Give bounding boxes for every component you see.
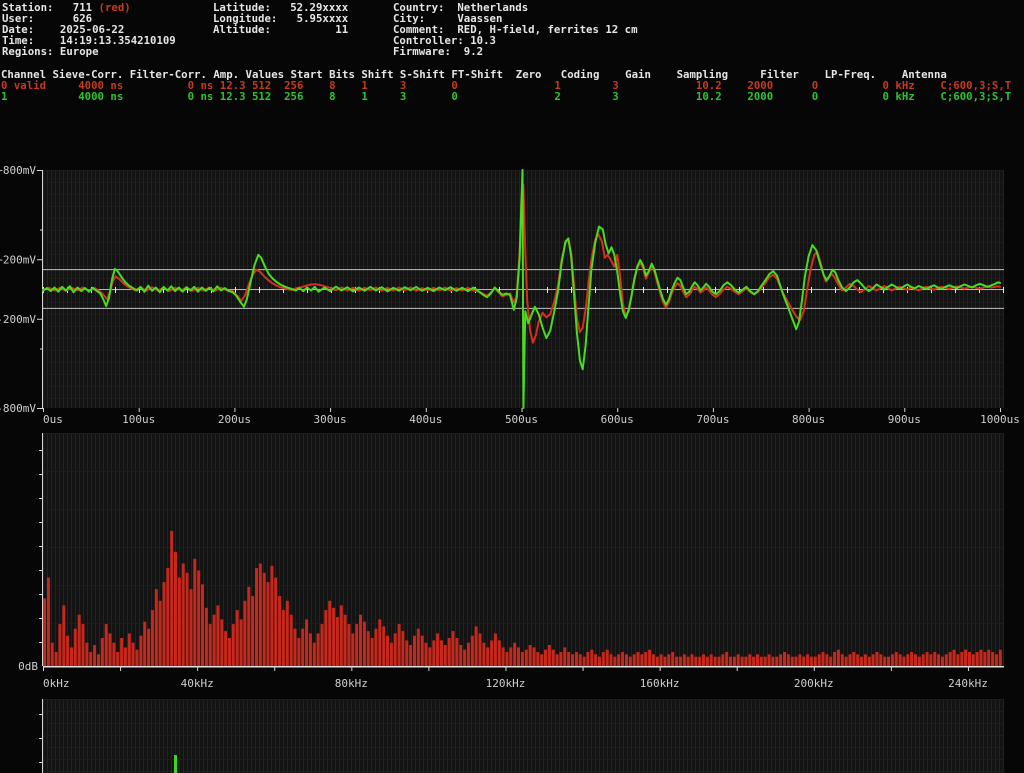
spectrum2-plot-area: [43, 699, 1004, 773]
x-axis-label: 200kHz: [794, 677, 834, 690]
waveform-x-labels: 0us 100us 200us 300us 400us 500us 600us 700us 80…: [43, 413, 1020, 426]
spectrum2-bar: [174, 755, 177, 773]
station-info-column-3: Country: NetherlandsCity: VaassenComment…: [393, 2, 638, 57]
info-line: Regions: Europe: [2, 46, 176, 57]
x-axis-label: 80kHz: [335, 677, 368, 690]
waveform-y-labels: +800mV +200mV -200mV -800mV: [0, 164, 36, 415]
x-axis-label: 40kHz: [181, 677, 214, 690]
x-axis-label: 900us: [888, 413, 921, 426]
x-axis-label: 800us: [792, 413, 825, 426]
x-axis-label: 0kHz: [43, 677, 70, 690]
channel-table: Channel Sieve-Corr. Filter-Corr. Amp. Va…: [1, 69, 1011, 102]
spectrum-chart-red: 0kHz 40kHz 80kHz 120kHz 160kHz 200kHz 240kHz 0d…: [0, 432, 1024, 694]
info-note: (red): [92, 1, 131, 14]
x-axis-label: 1000us: [980, 413, 1020, 426]
x-axis-label: 600us: [601, 413, 634, 426]
info-value: Europe: [60, 45, 99, 58]
x-axis-label: 400us: [409, 413, 442, 426]
channel-table-row: 1 4000 ns 0 ns 12.3 512 256 8 1 3 0 2 3 …: [1, 91, 1011, 102]
x-axis-label: 120kHz: [486, 677, 526, 690]
info-label: Altitude:: [213, 23, 335, 36]
y-axis-label: +200mV: [0, 253, 36, 266]
x-axis-label: 700us: [696, 413, 729, 426]
y-axis-label: -800mV: [0, 402, 36, 415]
spectrum-chart-green-partial: [0, 694, 1024, 773]
y-axis-label: -200mV: [0, 313, 36, 326]
info-label: Firmware:: [393, 45, 464, 58]
x-axis-label: 300us: [314, 413, 347, 426]
station-info-column-2: Latitude: 52.29xxxxLongitude: 5.95xxxxAl…: [213, 2, 348, 35]
signal-viewer-screen: Station: 711 (red)User: 626Date: 2025-06…: [0, 0, 1024, 773]
spectrum-y-label: 0dB: [18, 660, 38, 673]
waveform-chart: +800mV +200mV -200mV -800mV 0us 100us 200us 300…: [0, 160, 1024, 432]
info-label: Regions:: [2, 45, 60, 58]
x-axis-label: 100us: [122, 413, 155, 426]
x-axis-label: 160kHz: [640, 677, 680, 690]
x-axis-label: 200us: [218, 413, 251, 426]
info-value: 9.2: [464, 45, 483, 58]
x-axis-label: 0us: [43, 413, 63, 426]
spectrum-x-labels: 0kHz 40kHz 80kHz 120kHz 160kHz 200kHz 240kHz: [43, 677, 988, 690]
x-axis-label: 240kHz: [948, 677, 988, 690]
x-axis-label: 500us: [505, 413, 538, 426]
info-value: 11: [335, 23, 348, 36]
info-line: Firmware: 9.2: [393, 46, 638, 57]
waveform-x-ticks: [44, 408, 1001, 412]
y-axis-label: +800mV: [0, 164, 36, 177]
info-line: Altitude: 11: [213, 24, 348, 35]
station-info-column-1: Station: 711 (red)User: 626Date: 2025-06…: [2, 2, 176, 57]
